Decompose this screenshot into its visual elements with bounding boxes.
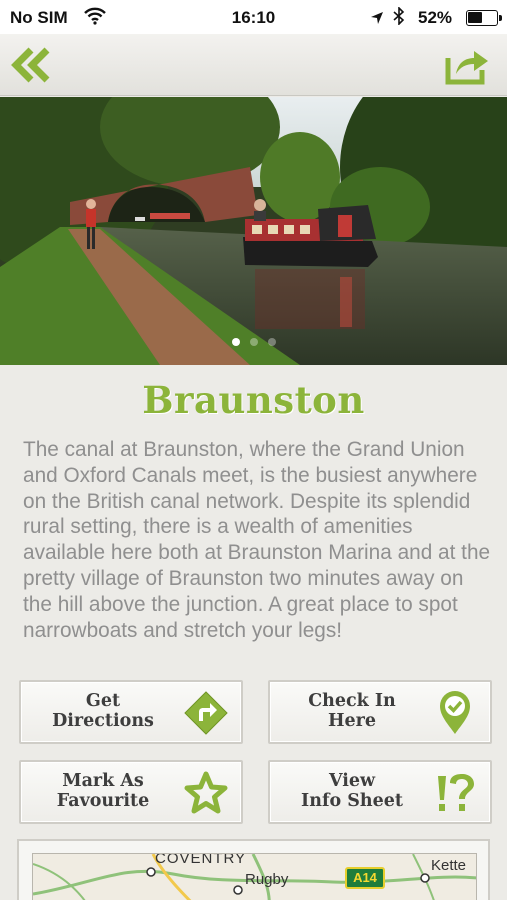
double-chevron-left-icon — [11, 47, 50, 83]
status-bar: No SIM 16:10 52% — [0, 0, 507, 34]
narrowboat-photo — [0, 97, 507, 365]
back-button[interactable] — [10, 46, 54, 84]
directions-diamond-icon — [184, 691, 228, 735]
map-view[interactable]: COVENTRY Rugby A14 Kette — [32, 853, 477, 900]
location-arrow-icon — [370, 10, 384, 30]
place-description: The canal at Braunston, where the Grand … — [23, 438, 491, 642]
navigation-bar — [0, 34, 507, 96]
check-in-button[interactable]: Check In Here — [268, 680, 492, 744]
get-directions-button[interactable]: Get Directions — [19, 680, 243, 744]
page-dot[interactable] — [231, 338, 240, 346]
battery-percent: 52% — [418, 8, 453, 27]
hero-image[interactable] — [0, 97, 507, 365]
mark-favourite-button[interactable]: Mark As Favourite — [19, 760, 243, 824]
bluetooth-icon — [393, 6, 405, 30]
battery-icon — [466, 10, 502, 26]
map-label-coventry: COVENTRY — [155, 853, 247, 867]
check-in-label: Check In Here — [308, 691, 396, 731]
map-pin-check-icon — [440, 691, 470, 734]
star-icon — [184, 771, 228, 814]
page-indicator[interactable] — [0, 333, 507, 351]
map-preview[interactable]: COVENTRY Rugby A14 Kette — [17, 839, 490, 900]
road-shield-a14: A14 — [345, 867, 385, 889]
map-label-rugby: Rugby — [245, 871, 289, 888]
page-dot[interactable] — [249, 338, 258, 346]
mark-favourite-label: Mark As Favourite — [56, 771, 150, 811]
view-info-sheet-button[interactable]: View Info Sheet — [268, 760, 492, 824]
page-dot[interactable] — [267, 338, 276, 346]
exclamation-question-icon — [438, 774, 474, 811]
place-title: Braunston — [142, 378, 365, 422]
map-label-kettering: Kette — [431, 857, 467, 874]
share-button[interactable] — [444, 44, 490, 86]
view-info-sheet-label: View Info Sheet — [301, 771, 403, 811]
share-icon — [445, 51, 488, 85]
get-directions-label: Get Directions — [52, 691, 154, 731]
